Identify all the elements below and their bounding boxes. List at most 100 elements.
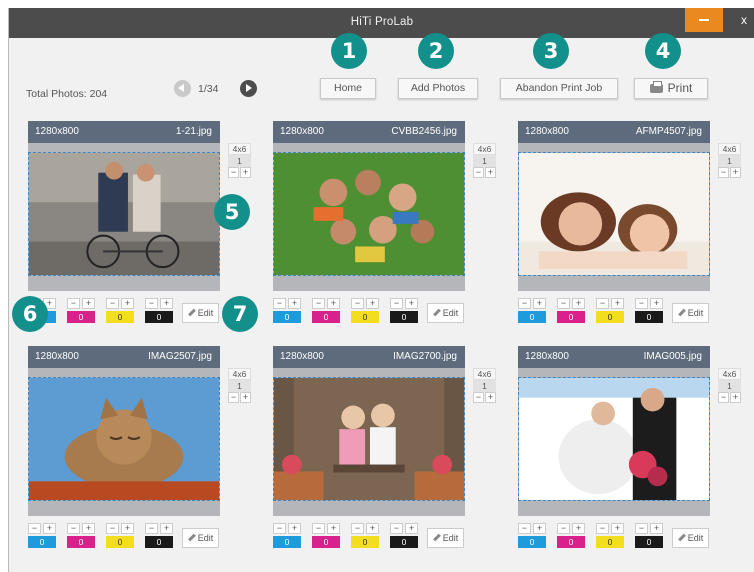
decrease-c-button[interactable]: − <box>273 298 286 309</box>
print-size[interactable]: 4x6 <box>718 143 741 155</box>
photo-thumbnail[interactable] <box>28 152 220 276</box>
color-channel-c: −+0 <box>273 523 301 548</box>
increase-m-button[interactable]: + <box>327 298 340 309</box>
decrease-k-button[interactable]: − <box>145 523 158 534</box>
photo-thumbnail[interactable] <box>273 377 465 501</box>
increase-k-button[interactable]: + <box>405 523 418 534</box>
decrease-k-button[interactable]: − <box>145 298 158 309</box>
edit-button[interactable]: Edit <box>182 303 219 323</box>
decrease-copies-button[interactable]: − <box>228 392 239 403</box>
increase-m-button[interactable]: + <box>572 298 585 309</box>
color-channel-k: − +0 <box>635 523 663 548</box>
color-value-y: 0 <box>106 536 134 548</box>
edit-button[interactable]: Edit <box>427 528 464 548</box>
increase-y-button[interactable]: + <box>366 298 379 309</box>
decrease-c-button[interactable]: − <box>518 298 531 309</box>
increase-c-button[interactable]: + <box>43 523 56 534</box>
decrease-y-button[interactable]: − <box>351 523 364 534</box>
photo-card[interactable]: 1280x800 CVBB2456.jpg 4x6 1− + − +0− +0− +0− +0 Ed… <box>273 121 496 329</box>
edit-button[interactable]: Edit <box>672 303 709 323</box>
increase-m-button[interactable]: + <box>82 523 95 534</box>
decrease-copies-button[interactable]: − <box>228 167 239 178</box>
decrease-copies-button[interactable]: − <box>473 392 484 403</box>
edit-button[interactable]: Edit <box>427 303 464 323</box>
add-photos-button[interactable]: Add Photos <box>398 78 478 99</box>
minimize-button[interactable] <box>685 8 723 32</box>
decrease-k-button[interactable]: − <box>390 298 403 309</box>
page-indicator: 1/34 <box>198 83 219 95</box>
copies-count: 1 <box>228 380 251 392</box>
decrease-k-button[interactable]: − <box>635 523 648 534</box>
photo-card[interactable]: 1280x800 IMAG2700.jpg 4x6 1− + − +0− +0− +0− +0 Ed… <box>273 346 496 554</box>
edit-button[interactable]: Edit <box>672 528 709 548</box>
decrease-y-button[interactable]: − <box>106 298 119 309</box>
decrease-m-button[interactable]: − <box>312 523 325 534</box>
decrease-m-button[interactable]: − <box>67 523 80 534</box>
increase-c-button[interactable]: + <box>533 523 546 534</box>
decrease-copies-button[interactable]: − <box>718 392 729 403</box>
increase-copies-button[interactable]: + <box>730 167 741 178</box>
increase-k-button[interactable]: + <box>160 523 173 534</box>
decrease-y-button[interactable]: − <box>106 523 119 534</box>
decrease-copies-button[interactable]: − <box>718 167 729 178</box>
photo-card[interactable]: 1280x800 AFMP4507.jpg 4x6 1− + − +0− +0− +0− +0 Ed… <box>518 121 741 329</box>
decrease-m-button[interactable]: − <box>67 298 80 309</box>
photo-thumbnail[interactable] <box>273 152 465 276</box>
increase-y-button[interactable]: + <box>366 523 379 534</box>
decrease-y-button[interactable]: − <box>596 523 609 534</box>
decrease-m-button[interactable]: − <box>312 298 325 309</box>
increase-copies-button[interactable]: + <box>240 167 251 178</box>
color-channel-c: −+0 <box>518 523 546 548</box>
decrease-m-button[interactable]: − <box>557 523 570 534</box>
increase-c-button[interactable]: + <box>288 298 301 309</box>
decrease-y-button[interactable]: − <box>596 298 609 309</box>
decrease-copies-button[interactable]: − <box>473 167 484 178</box>
photo-thumbnail[interactable] <box>28 377 220 501</box>
decrease-y-button[interactable]: − <box>351 298 364 309</box>
increase-y-button[interactable]: + <box>611 298 624 309</box>
print-size[interactable]: 4x6 <box>228 368 251 380</box>
increase-m-button[interactable]: + <box>82 298 95 309</box>
print-size[interactable]: 4x6 <box>473 368 496 380</box>
decrease-c-button[interactable]: − <box>273 523 286 534</box>
increase-m-button[interactable]: + <box>572 523 585 534</box>
callout-badge: 6 <box>12 296 48 332</box>
photo-card[interactable]: 1280x800 IMAG2507.jpg 4x6 1− + − +0− +0− +0− +0 Ed… <box>28 346 251 554</box>
increase-c-button[interactable]: + <box>288 523 301 534</box>
home-button[interactable]: Home <box>320 78 376 99</box>
decrease-c-button[interactable]: − <box>28 523 41 534</box>
increase-copies-button[interactable]: + <box>485 392 496 403</box>
next-page-icon[interactable] <box>240 80 257 97</box>
photo-card[interactable]: 1280x800 IMAG005.jpg 4x6 1− + − +0− +0− +0− +0 Edi… <box>518 346 741 554</box>
decrease-k-button[interactable]: − <box>390 523 403 534</box>
decrease-m-button[interactable]: − <box>557 298 570 309</box>
prev-page-icon[interactable] <box>174 80 191 97</box>
increase-k-button[interactable]: + <box>650 523 663 534</box>
print-size[interactable]: 4x6 <box>718 368 741 380</box>
photo-thumbnail[interactable] <box>518 377 710 501</box>
increase-copies-button[interactable]: + <box>485 167 496 178</box>
print-size[interactable]: 4x6 <box>228 143 251 155</box>
increase-copies-button[interactable]: + <box>730 392 741 403</box>
increase-c-button[interactable]: + <box>533 298 546 309</box>
print-size[interactable]: 4x6 <box>473 143 496 155</box>
decrease-k-button[interactable]: − <box>635 298 648 309</box>
abandon-print-job-button[interactable]: Abandon Print Job <box>500 78 618 99</box>
photo-thumbnail[interactable] <box>518 152 710 276</box>
photo-card[interactable]: 1280x8001-21.jpg4x61−+−+0−+0−+0−+0Edit <box>28 121 251 329</box>
callout-badge: 4 <box>645 33 681 69</box>
resolution: 1280x800 <box>525 126 569 137</box>
increase-y-button[interactable]: + <box>121 298 134 309</box>
print-button[interactable]: Print <box>634 78 708 99</box>
increase-k-button[interactable]: + <box>405 298 418 309</box>
decrease-c-button[interactable]: − <box>518 523 531 534</box>
pencil-icon <box>432 533 441 542</box>
increase-k-button[interactable]: + <box>650 298 663 309</box>
increase-k-button[interactable]: + <box>160 298 173 309</box>
close-button[interactable]: x <box>725 8 754 32</box>
increase-copies-button[interactable]: + <box>240 392 251 403</box>
increase-m-button[interactable]: + <box>327 523 340 534</box>
increase-y-button[interactable]: + <box>121 523 134 534</box>
edit-button[interactable]: Edit <box>182 528 219 548</box>
increase-y-button[interactable]: + <box>611 523 624 534</box>
